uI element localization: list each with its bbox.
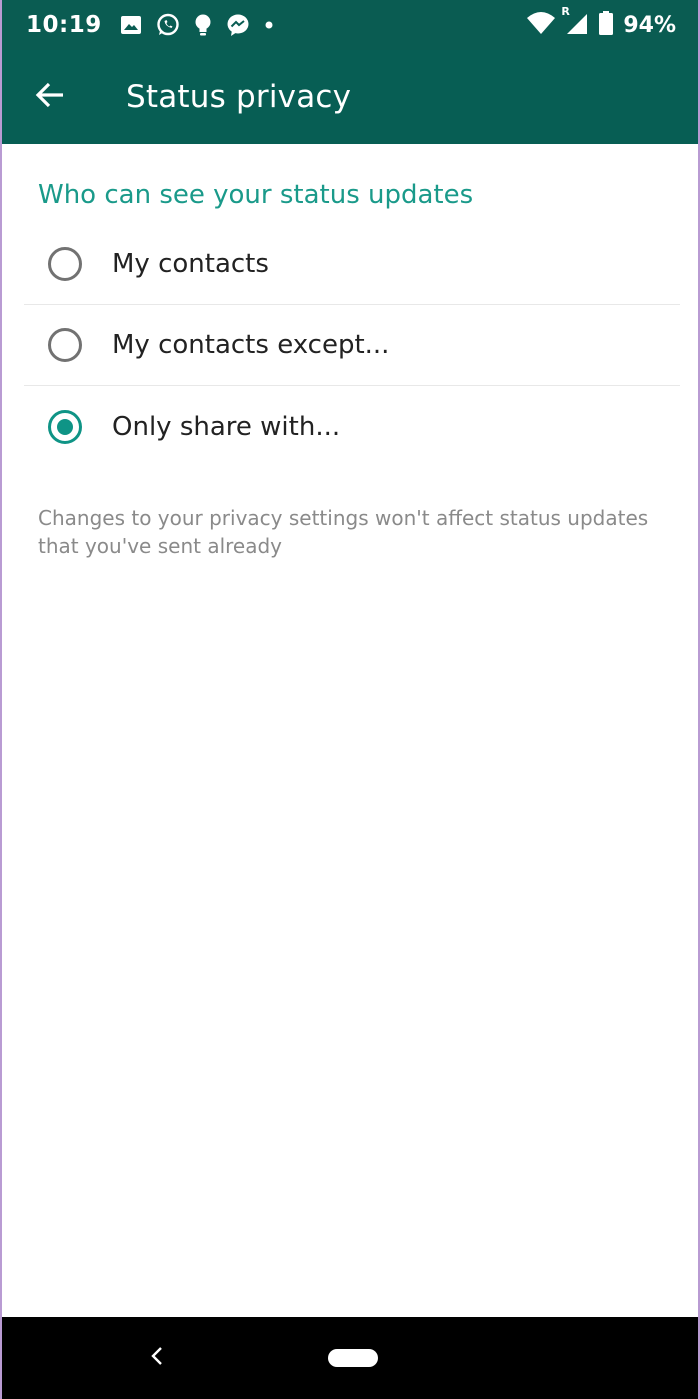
back-icon xyxy=(150,1346,164,1370)
option-label: My contacts except... xyxy=(112,330,390,360)
page-title: Status privacy xyxy=(126,79,352,115)
image-icon xyxy=(120,15,142,35)
notification-icons xyxy=(120,13,274,37)
wifi-icon xyxy=(527,12,556,38)
signal-icon: R xyxy=(561,5,589,39)
whatsapp-icon xyxy=(156,13,180,37)
option-my-contacts[interactable]: My contacts xyxy=(24,224,680,305)
messenger-icon xyxy=(226,13,250,37)
back-button[interactable] xyxy=(2,50,98,144)
roaming-indicator: R xyxy=(561,5,570,18)
privacy-footnote: Changes to your privacy settings won't a… xyxy=(38,506,649,558)
privacy-option-list: My contacts My contacts except... Only s… xyxy=(24,224,680,467)
option-label: Only share with... xyxy=(112,411,341,442)
nav-back-button[interactable] xyxy=(142,1341,172,1375)
arrow-left-icon xyxy=(35,81,65,113)
battery-percentage: 94% xyxy=(623,12,676,38)
lightbulb-icon xyxy=(194,13,212,37)
option-only-share-with[interactable]: Only share with... xyxy=(24,386,680,467)
option-label: My contacts xyxy=(112,249,269,279)
system-icons: R 94% xyxy=(527,5,676,39)
app-bar: Status privacy xyxy=(2,50,698,144)
option-my-contacts-except[interactable]: My contacts except... xyxy=(24,305,680,386)
status-bar: 10:19 R 94% xyxy=(2,0,698,50)
navigation-bar xyxy=(2,1317,698,1399)
radio-only-share-with[interactable] xyxy=(48,409,82,444)
status-time: 10:19 xyxy=(26,12,102,38)
radio-my-contacts[interactable] xyxy=(48,247,82,281)
screen: 10:19 R 94% Status privacy Who can see y… xyxy=(0,0,700,1399)
section-header: Who can see your status updates xyxy=(38,180,474,210)
home-pill[interactable] xyxy=(328,1349,378,1367)
radio-my-contacts-except[interactable] xyxy=(48,328,82,362)
battery-icon xyxy=(599,11,614,39)
radio-selected-dot xyxy=(57,418,73,435)
dot-icon xyxy=(264,20,274,30)
